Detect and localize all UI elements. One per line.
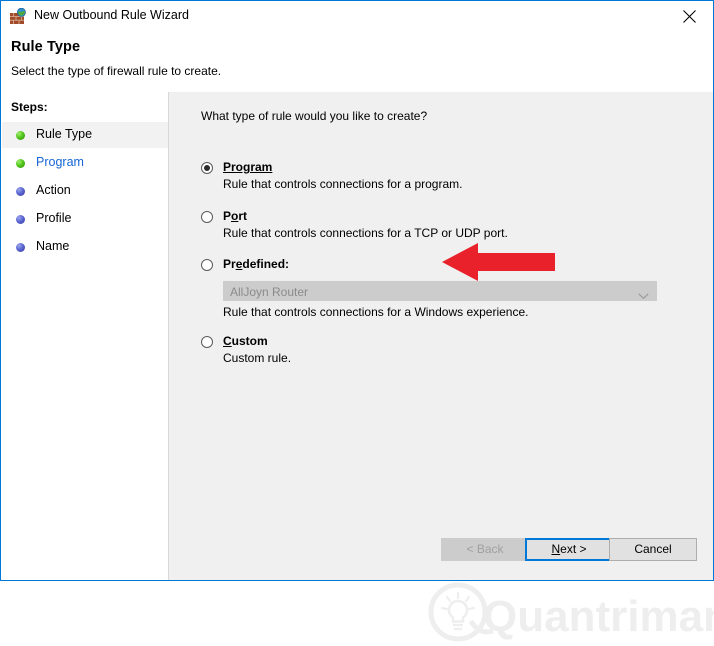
chevron-down-icon (638, 289, 649, 303)
next-button-label: Next > (551, 542, 586, 556)
step-status-dot-icon (16, 187, 25, 196)
back-button[interactable]: < Back (441, 538, 529, 561)
watermark-text: Quantrimang (483, 592, 714, 641)
cancel-button[interactable]: Cancel (609, 538, 697, 561)
sidebar-item-action[interactable]: Action (2, 178, 168, 204)
sidebar-item-program[interactable]: Program (2, 150, 168, 176)
option-custom-description: Custom rule. (223, 351, 291, 365)
sidebar-item-label: Rule Type (36, 127, 92, 141)
step-status-dot-icon (16, 159, 25, 168)
next-button[interactable]: Next > (525, 538, 613, 561)
step-status-dot-icon (16, 243, 25, 252)
option-custom-label: Custom (223, 334, 268, 348)
accelerator-letter: C (223, 334, 232, 348)
sidebar-item-profile[interactable]: Profile (2, 206, 168, 232)
firewall-globe-icon (10, 8, 27, 25)
radio-port[interactable] (201, 211, 213, 223)
sidebar-item-rule-type[interactable]: Rule Type (2, 122, 168, 148)
steps-sidebar: Steps: Rule Type Program Action Profile … (2, 92, 169, 580)
title-bar: New Outbound Rule Wizard (1, 1, 713, 31)
accelerator-letter: o (231, 209, 238, 223)
sidebar-item-label: Profile (36, 211, 71, 225)
radio-program[interactable] (201, 162, 213, 174)
predefined-dropdown[interactable]: AllJoyn Router (223, 281, 657, 301)
step-status-dot-icon (16, 131, 25, 140)
option-predefined-description: Rule that controls connections for a Win… (223, 305, 529, 319)
accelerator-letter: e (236, 257, 243, 271)
sidebar-item-label: Program (36, 155, 84, 169)
radio-custom[interactable] (201, 336, 213, 348)
radio-predefined[interactable] (201, 259, 213, 271)
sidebar-item-label: Action (36, 183, 71, 197)
annotation-arrow-icon (442, 242, 555, 282)
step-status-dot-icon (16, 215, 25, 224)
option-program-label: Program (223, 160, 272, 174)
close-icon[interactable] (667, 1, 713, 30)
option-predefined-label: Predefined: (223, 257, 289, 271)
steps-heading: Steps: (11, 100, 48, 114)
option-port-description: Rule that controls connections for a TCP… (223, 226, 508, 240)
question-label: What type of rule would you like to crea… (201, 109, 427, 123)
window-title: New Outbound Rule Wizard (34, 8, 189, 22)
option-program-description: Rule that controls connections for a pro… (223, 177, 462, 191)
sidebar-item-name[interactable]: Name (2, 234, 168, 260)
option-port-label: Port (223, 209, 247, 223)
sidebar-item-label: Name (36, 239, 69, 253)
predefined-dropdown-value: AllJoyn Router (230, 285, 308, 299)
page-subtitle: Select the type of firewall rule to crea… (11, 64, 221, 78)
watermark: Quantrimang (427, 581, 714, 643)
page-header: Rule Type Select the type of firewall ru… (2, 31, 713, 91)
main-panel: What type of rule would you like to crea… (169, 92, 713, 580)
wizard-window: New Outbound Rule Wizard Rule Type Selec… (0, 0, 714, 581)
page-title: Rule Type (11, 39, 80, 55)
